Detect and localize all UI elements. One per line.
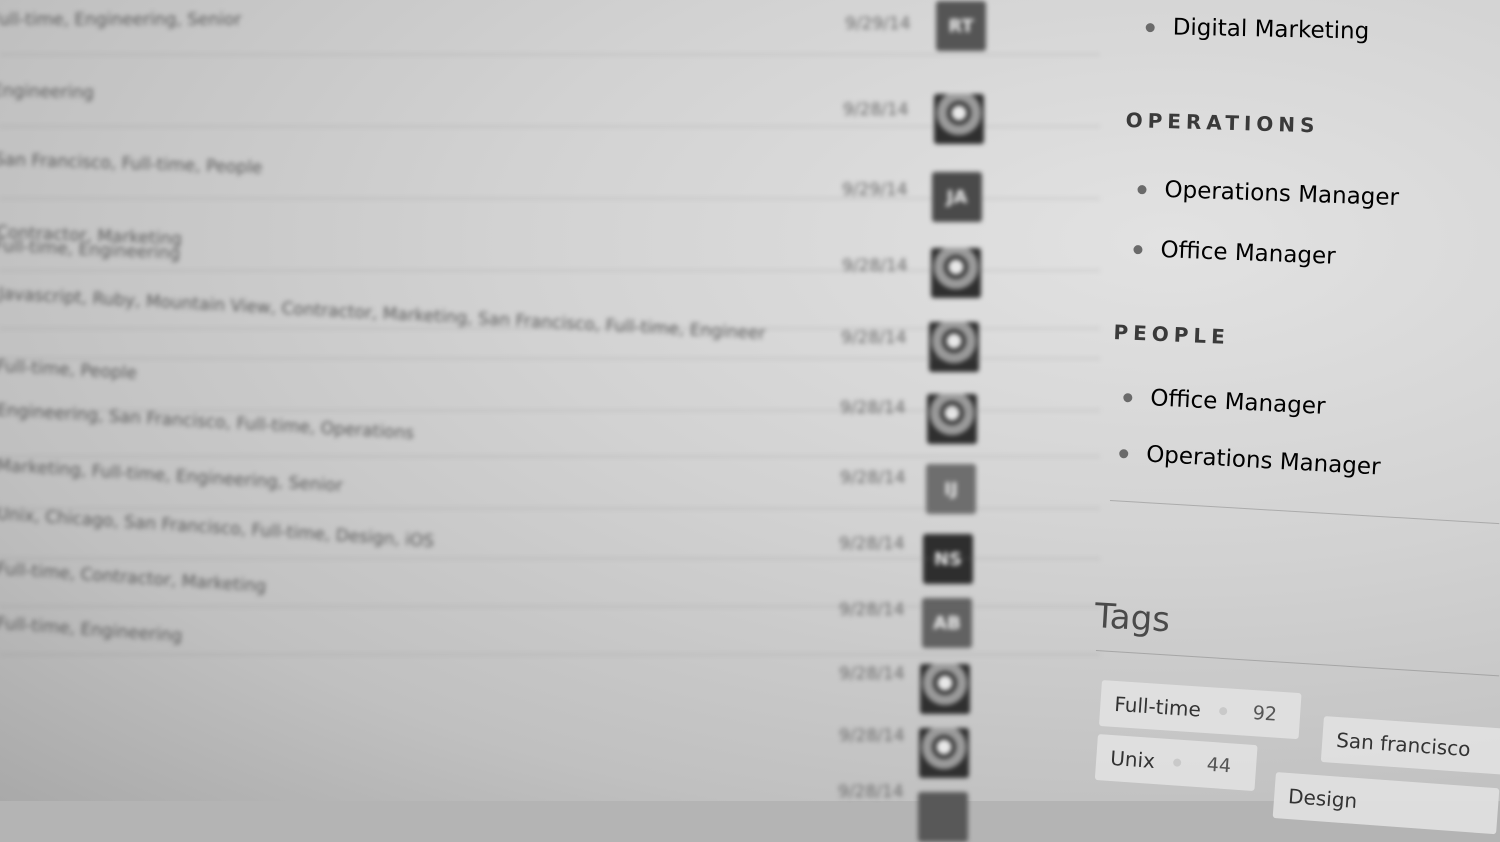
sidebar-item-label: Office Manager [1159,237,1337,270]
row-date: 9/28/14 [838,782,904,802]
row-tags: Engineering, San Francisco, Full-time, O… [0,400,415,444]
tag-label: San francisco [1335,727,1472,762]
screen: Full-time, Engineering, Senior 9/29/14 R… [0,0,1500,842]
avatar-photo[interactable] [919,728,969,778]
list-row[interactable]: Engineering 9/28/14 [0,68,1100,144]
list-row[interactable]: Javascript, Ruby, Mountain View, Contrac… [0,284,1100,444]
list-row[interactable]: Engineering, San Francisco, Full-time, O… [0,398,1100,584]
avatar-photo[interactable] [920,664,970,714]
sidebar-item-label: Operations Manager [1164,176,1400,212]
row-date: 9/29/14 [845,14,911,34]
postings-list: Full-time, Engineering, Senior 9/29/14 R… [0,0,1100,842]
row-tags: San Francisco, Full-time, People [0,149,263,179]
tag-label: Design [1287,783,1359,813]
row-date: 9/28/14 [839,664,905,684]
tag-chip-full-time[interactable]: Full-time 92 [1098,680,1302,740]
bullet-icon [1119,448,1129,458]
sidebar-item-operations-manager[interactable]: Operations Manager [1119,440,1382,481]
bullet-icon [1145,22,1155,32]
list-row[interactable]: Full-time, Engineering 9/28/14 [0,596,1100,842]
row-tags: Full-time, Engineering, Senior [0,10,242,30]
sidebar-item-label: Office Manager [1149,385,1327,420]
section-heading-people: PEOPLE [1112,320,1231,349]
tag-label: Unix [1109,745,1156,774]
sidebar-item-label: Operations Manager [1145,441,1382,481]
sidebar-item-office-manager[interactable]: Office Manager [1123,384,1326,420]
avatar-initials: JA [946,186,968,208]
tag-chip-design[interactable]: Design [1272,772,1500,835]
divider [1095,650,1500,677]
avatar-initials: RT [948,15,974,37]
tag-chip-san-francisco[interactable]: San francisco [1320,716,1500,776]
tags-heading: Tags [1093,596,1172,641]
sidebar-item-label: Digital Marketing [1172,14,1370,45]
dot-icon [1172,758,1182,767]
bullet-icon [1133,244,1143,254]
row-date: 9/28/14 [839,726,905,746]
row-tags: Marketing, Full-time, Engineering, Senio… [0,455,344,497]
bullet-icon [1123,392,1133,402]
sidebar-item-office-manager[interactable]: Office Manager [1133,236,1336,270]
avatar[interactable]: RT [936,1,986,51]
sidebar-item-operations-manager[interactable]: Operations Manager [1137,176,1399,211]
dot-icon [1218,706,1228,716]
row-tags: Engineering [0,80,95,104]
tag-chip-unix[interactable]: Unix 44 [1094,734,1258,792]
list-row[interactable]: Full-time, Engineering, Senior 9/29/14 R… [0,0,1100,55]
row-date: 9/28/14 [843,100,909,120]
bullet-icon [1137,184,1147,194]
row-tags: Unix, Chicago, San Francisco, Full-time,… [0,504,435,552]
avatar[interactable] [918,792,968,842]
sidebar-item-digital-marketing[interactable]: Digital Marketing [1145,14,1369,45]
row-tags: Full-time, People [0,356,138,384]
section-heading-operations: OPERATIONS [1125,108,1320,138]
avatar-photo[interactable] [934,94,984,144]
row-tags: Full-time, Contractor, Marketing [0,559,267,597]
divider [1109,500,1500,525]
row-tags: Full-time, Engineering [0,613,183,647]
list-row[interactable]: San Francisco, Full-time, People 9/29/14… [0,140,1100,222]
tag-label: Full-time [1113,691,1202,722]
tag-count: 92 [1252,702,1278,726]
row-date: 9/29/14 [842,180,908,200]
tag-count: 44 [1206,753,1232,778]
